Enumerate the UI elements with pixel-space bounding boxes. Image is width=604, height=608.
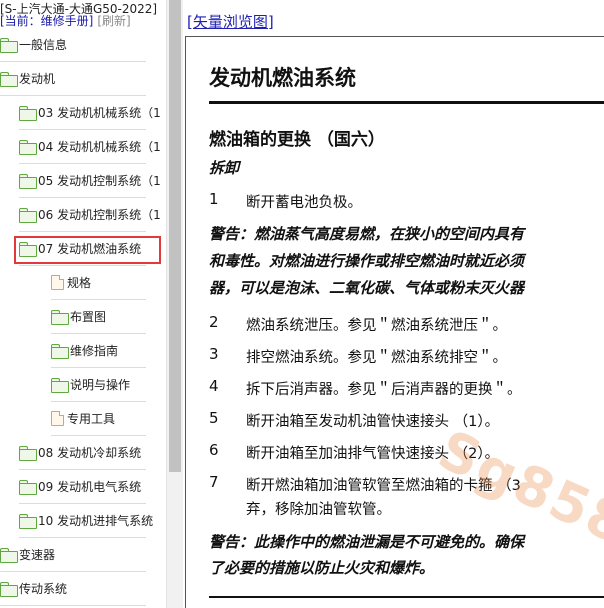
tree-item-label: 06 发动机控制系统（1 [38,208,161,222]
warning-line: 警告：此操作中的燃油泄漏是不可避免的。确保 [209,533,525,551]
tree-item[interactable]: 规格 [51,266,146,300]
folder-icon [19,106,37,121]
tree-item-label: 07 发动机燃油系统 [38,242,142,256]
folder-icon [19,242,37,257]
current-section-label: [当前：维修手册] [0,14,94,28]
folder-icon [19,174,37,189]
folder-icon [19,208,37,223]
tree-item-label: 专用工具 [67,412,116,426]
step-number: 6 [209,441,219,459]
folder-icon [0,72,18,87]
folder-icon [51,378,69,393]
tree-item-label: 10 发动机进排气系统 [38,514,154,528]
tree-item[interactable]: 03 发动机机械系统（1 [19,96,161,130]
tree-item-label: 变速器 [19,548,56,562]
tree-item[interactable]: 04 发动机机械系统（1 [19,130,161,164]
step-text: 燃油系统泄压。参见＂燃油系统泄压＂。 [246,318,507,334]
step-text: 排空燃油系统。参见＂燃油系统排空＂。 [246,350,507,366]
section-title: 燃油箱的更换 （国六） [209,130,385,150]
tree-item-label: 08 发动机冷却系统 [38,446,142,460]
tree-item[interactable]: 10 发动机进排气系统 [19,504,153,538]
folder-icon [51,310,69,325]
step-text: 断开油箱至加油排气管快速接头 （2）。 [246,446,500,462]
step-number: 4 [209,377,219,395]
tree-item[interactable]: 维修指南 [51,334,146,368]
tree-item[interactable]: 09 发动机电气系统 [19,470,146,504]
tree-item-label: 一般信息 [19,38,68,52]
folder-icon [19,480,37,495]
tree-item[interactable]: 05 发动机控制系统（1 [19,164,161,198]
tree-item-label: 发动机 [19,72,56,86]
document-pane: [矢量浏览图] 发动机燃油系统 燃油箱的更换 （国六） 拆卸 1 断开蓄电池负极… [183,0,604,608]
step-number: 1 [209,190,219,208]
tree-item[interactable]: 发动机 [0,62,146,96]
step-number: 2 [209,313,219,331]
step-text: 拆下后消声器。参见＂后消声器的更换＂。 [246,382,522,398]
tree-item[interactable]: 传动系统 [0,572,146,606]
step-text: 断开油箱至发动机油管快速接头 （1）。 [246,414,500,430]
warning-line: 器，可以是泡沫、二氧化碳、气体或粉末灭火器 [209,279,525,297]
scrollbar-thumb[interactable] [169,0,181,472]
step-number: 5 [209,409,219,427]
current-section-bar: [当前：维修手册] [刷新] [0,14,131,28]
tree-item[interactable]: 一般信息 [0,28,146,62]
tree-item-label: 传动系统 [19,582,68,596]
title-divider [209,101,604,104]
vector-view-link[interactable]: [矢量浏览图] [187,11,274,32]
tree-item[interactable]: 变速器 [0,538,146,572]
warning-line: 和毒性。对燃油进行操作或排空燃油时就近必须 [209,252,525,270]
folder-icon [0,38,18,53]
folder-icon [19,514,37,529]
warning-line: 警告：燃油蒸气高度易燃，在狭小的空间内具有 [209,225,525,243]
tree-item-label: 03 发动机机械系统（1 [38,106,161,120]
folder-icon [19,140,37,155]
step-text: 断开蓄电池负极。 [246,195,362,211]
tree-item-label: 说明与操作 [70,378,131,392]
folder-icon [51,344,69,359]
step-number: 7 [209,473,219,491]
tree-item-label: 布置图 [70,310,107,324]
tree-item-label: 维修指南 [70,344,119,358]
bottom-divider [209,596,604,598]
step-text: 断开燃油箱加油管软管至燃油箱的卡箍 （3 [246,478,521,494]
document-icon [51,411,64,426]
tree-item-label: 05 发动机控制系统（1 [38,174,161,188]
tree-item-label: 09 发动机电气系统 [38,480,142,494]
tree-item[interactable]: 08 发动机冷却系统 [19,436,146,470]
step-number: 3 [209,345,219,363]
refresh-link[interactable]: [刷新] [97,14,130,28]
warning-line: 了必要的措施以防止火灾和爆炸。 [209,559,435,577]
tree-item-label: 规格 [67,276,92,290]
folder-icon [0,582,18,597]
sub-heading: 拆卸 [209,159,240,177]
tree-item[interactable]: 布置图 [51,300,146,334]
folder-icon [0,548,18,563]
nav-scrollbar[interactable] [166,0,183,608]
tree-item[interactable]: 07 发动机燃油系统 [19,232,146,266]
navigation-tree-panel: [S-上汽大通-大通G50-2022] [当前：维修手册] [刷新] 一般信息 发动… [0,0,166,608]
tree-item[interactable]: 06 发动机控制系统（1 [19,198,161,232]
tree-item[interactable]: 说明与操作 [51,368,146,402]
step-text-continued: 弃，移除加油管软管。 [246,502,391,518]
page-title: 发动机燃油系统 [209,66,356,90]
tree-item-label: 04 发动机机械系统（1 [38,140,161,154]
document-icon [51,275,64,290]
folder-icon [19,446,37,461]
tree-item[interactable]: 专用工具 [51,402,146,436]
